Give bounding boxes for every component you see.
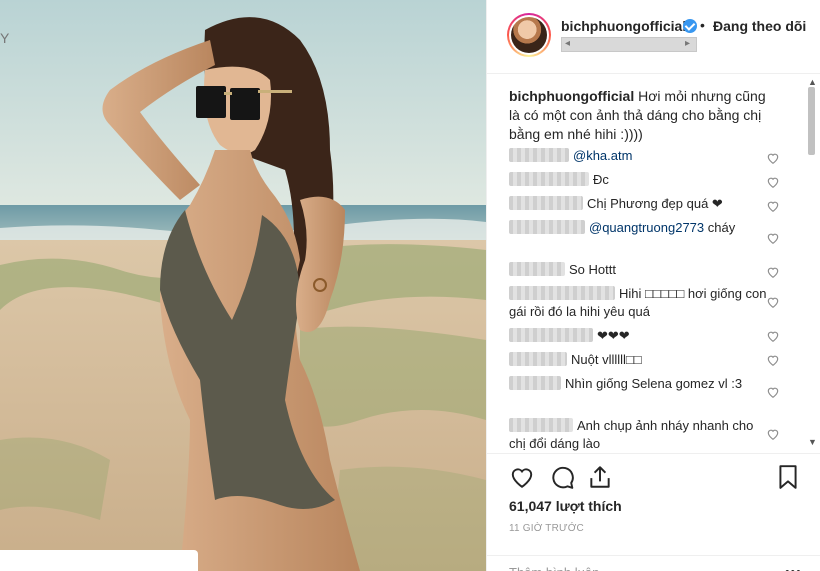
caption-username[interactable]: bichphuongofficial (509, 88, 634, 104)
comment-item: Anh chụp ảnh nháy nhanh cho chị đổi dáng… (509, 417, 773, 453)
comment-like-heart-icon[interactable] (766, 295, 780, 309)
comment-icon[interactable] (549, 464, 575, 490)
comment-author-redacted[interactable] (509, 196, 583, 210)
comment-like-heart-icon[interactable] (766, 353, 780, 367)
comment-item: ❤❤❤ (509, 327, 773, 345)
scroll-up-icon[interactable]: ▲ (808, 77, 817, 87)
share-icon[interactable] (587, 464, 613, 490)
post-caption: bichphuongofficial Hơi mỏi nhưng cũng là… (509, 87, 779, 144)
comment-like-heart-icon[interactable] (766, 265, 780, 279)
comment-text: Nuột vllllll□□ (571, 352, 642, 367)
comment-item: Chị Phương đẹp quá ❤ (509, 195, 773, 213)
comment-item: Đc (509, 171, 773, 189)
comment-like-heart-icon[interactable] (766, 231, 780, 245)
following-button[interactable]: Đang theo dõi (713, 18, 806, 34)
comment-author-redacted[interactable] (509, 286, 615, 300)
comment-author-redacted[interactable] (509, 328, 593, 342)
comment-author-redacted[interactable] (509, 376, 561, 390)
comment-like-heart-icon[interactable] (766, 175, 780, 189)
comment-item: @kha.atm (509, 147, 773, 165)
post-actions: 61,047 lượt thích 11 GIỜ TRƯỚC ••• (487, 453, 820, 571)
comment-item: So Hottt (509, 261, 773, 279)
header-username[interactable]: bichphuongofficial (561, 18, 686, 34)
bookmark-icon[interactable] (775, 464, 801, 490)
comment-like-heart-icon[interactable] (766, 427, 780, 441)
comment-like-heart-icon[interactable] (766, 329, 780, 343)
follow-separator: • (700, 17, 705, 33)
post-photo[interactable]: Y (0, 0, 486, 571)
comment-text: So Hottt (569, 262, 616, 277)
comment-text: Chị Phương đẹp quá ❤ (587, 196, 723, 211)
add-comment-input[interactable] (509, 565, 769, 571)
photo-illustration (0, 0, 486, 571)
comment-text: Nhìn giống Selena gomez vl :3 (565, 376, 743, 391)
comments-scrollbar[interactable]: ▲ ▼ (805, 75, 819, 453)
comment-text: ❤❤❤ (597, 328, 630, 343)
more-options-icon[interactable]: ••• (785, 564, 802, 571)
comment-like-heart-icon[interactable] (766, 385, 780, 399)
comment-author-redacted[interactable] (509, 352, 567, 366)
comment-item: Hihi □□□□□ hơi giống con gái rồi đó la h… (509, 285, 773, 321)
comment-like-heart-icon[interactable] (766, 151, 780, 165)
heart-icon[interactable] (509, 464, 535, 490)
left-edge-glyph: Y (0, 30, 10, 46)
scroll-down-icon[interactable]: ▼ (808, 437, 817, 447)
comment-item: @quangtruong2773 cháy (509, 219, 773, 237)
avatar[interactable] (507, 13, 551, 57)
post-timestamp[interactable]: 11 GIỜ TRƯỚC (509, 523, 584, 534)
comment-like-heart-icon[interactable] (766, 199, 780, 213)
comment-mention[interactable]: @quangtruong2773 (589, 220, 704, 235)
post-panel: bichphuongofficial • Đang theo dõi ◂ ▸ b… (486, 0, 820, 571)
comment-text: Đc (593, 172, 609, 187)
location-link[interactable] (561, 37, 697, 52)
photo-overlay-chip (0, 550, 198, 571)
post-header: bichphuongofficial • Đang theo dõi ◂ ▸ (487, 0, 820, 74)
chevron-right-icon: ▸ (685, 38, 691, 49)
comment-item: Nuột vllllll□□ (509, 351, 773, 369)
verified-badge-icon (683, 19, 697, 33)
comment-author-redacted[interactable] (509, 172, 589, 186)
comment-item: Nhìn giống Selena gomez vl :3 (509, 375, 773, 393)
comment-text: cháy (704, 220, 736, 235)
comment-mention[interactable]: @kha.atm (573, 148, 632, 163)
comment-author-redacted[interactable] (509, 262, 565, 276)
add-comment-bar: ••• (487, 555, 820, 571)
comment-author-redacted[interactable] (509, 148, 569, 162)
chevron-left-icon: ◂ (565, 38, 571, 49)
likes-count[interactable]: 61,047 lượt thích (509, 498, 622, 514)
comment-author-redacted[interactable] (509, 220, 585, 234)
comment-author-redacted[interactable] (509, 418, 573, 432)
scroll-thumb[interactable] (808, 87, 815, 155)
comments-list[interactable]: bichphuongofficial Hơi mỏi nhưng cũng là… (487, 75, 820, 453)
